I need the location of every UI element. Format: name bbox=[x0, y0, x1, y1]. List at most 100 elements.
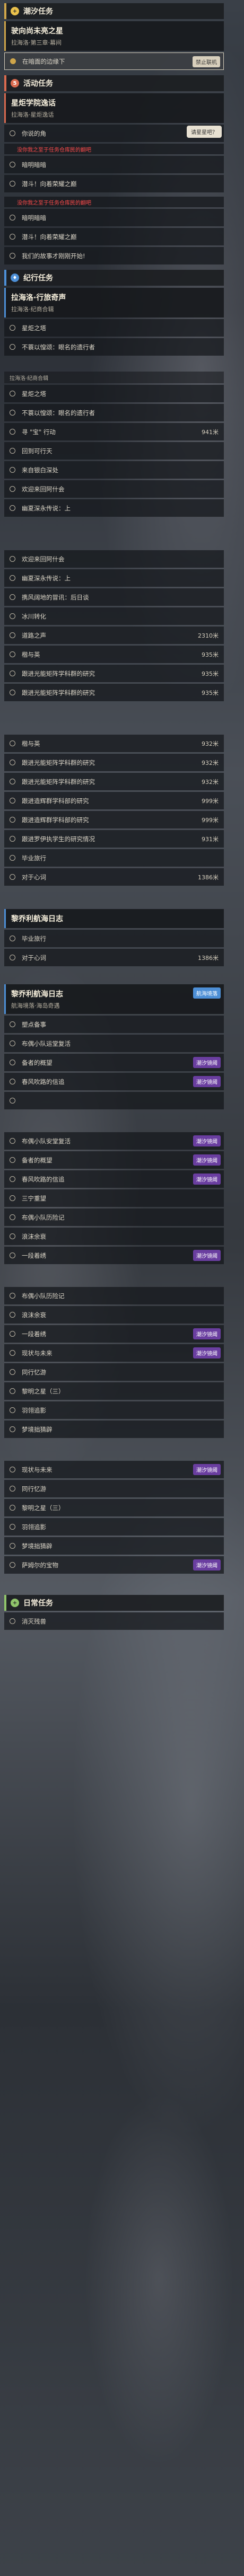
quest-step[interactable]: 三宁重望 bbox=[4, 1189, 224, 1207]
quest-step[interactable]: 梦境拙猜辟 bbox=[4, 1537, 224, 1555]
quest-card-journey[interactable]: 拉海洛·行旅奇声 拉海洛·纪商合辑 bbox=[4, 288, 224, 317]
step-dot-icon bbox=[10, 817, 15, 823]
quest-list-g: 布偶小队历险记 浪沫余衰 一段着绣 潮汐镜阈 现状与未来 潮汐镜阈同行忆游黎明之星（三） 羽… bbox=[4, 1287, 224, 1438]
step-dot-icon bbox=[10, 575, 15, 581]
quest-step[interactable]: 寻 "宝" 行动 941米 bbox=[4, 423, 224, 440]
step-label: 黎明之星（三） bbox=[22, 1504, 65, 1512]
quest-step[interactable]: 一段着绣 潮汐镜阈 bbox=[4, 1325, 224, 1343]
step-dot-icon bbox=[10, 1350, 15, 1356]
quest-step[interactable]: 不蓑以惶颂：眼名的遗行者 bbox=[4, 338, 224, 356]
quest-subtitle: 航海境落·海岛奇遇 bbox=[11, 1002, 60, 1009]
step-dot-icon bbox=[10, 1369, 15, 1375]
tide-mirror-tag: 潮汐镜阈 bbox=[193, 1464, 221, 1475]
step-label: 梦境拙猜辟 bbox=[22, 1542, 53, 1550]
quest-step[interactable]: 跟进光能矩阵学科群的研究 935米 bbox=[4, 684, 224, 701]
quest-step[interactable]: 塑点备事 bbox=[4, 1016, 224, 1033]
distance-label: 932米 bbox=[202, 740, 219, 747]
quest-step[interactable]: 幽夏深永传说：上 bbox=[4, 499, 224, 517]
quest-step[interactable]: 潜斗！向着荣耀之巅 bbox=[4, 228, 224, 245]
quest-step[interactable]: 暗明暗暗 bbox=[4, 156, 224, 173]
quest-step[interactable]: 幽夏深永传说：上 bbox=[4, 569, 224, 587]
quest-step[interactable]: 跟进造辉群学科部的研究 999米 bbox=[4, 811, 224, 828]
section-tide-quests[interactable]: + 潮汐任务 bbox=[4, 3, 224, 19]
step-label: 春风吹路的信追 bbox=[22, 1078, 65, 1086]
quest-step[interactable]: 我们的故事才刚刚开始! bbox=[4, 247, 224, 264]
quest-step[interactable]: 潜斗！向着荣耀之巅 bbox=[4, 175, 224, 192]
quest-step[interactable]: 黎明之星（三） bbox=[4, 1499, 224, 1516]
warning-text: 没你我之至于任务仓库民的翻吧 bbox=[4, 197, 224, 207]
quest-step[interactable]: 跟进光能矩阵学科群的研究 935米 bbox=[4, 665, 224, 682]
quest-step[interactable]: 备者的概望 潮汐镜阈 bbox=[4, 1054, 224, 1071]
step-label: 同行忆游 bbox=[22, 1368, 46, 1376]
quest-step[interactable]: 布偶小队安堂复活 潮汐镜阈 bbox=[4, 1132, 224, 1150]
quest-step[interactable]: 回到可行天 bbox=[4, 442, 224, 460]
quest-step[interactable]: 羽翎追影 bbox=[4, 1518, 224, 1536]
quest-step[interactable]: 一段着绣 潮汐镜阈 bbox=[4, 1247, 224, 1264]
quest-step[interactable]: 布偶小队运堂复活 bbox=[4, 1035, 224, 1052]
quest-step[interactable]: 现状与未来 潮汐镜阈 bbox=[4, 1461, 224, 1478]
quest-step[interactable]: 黎明之星（三） bbox=[4, 1382, 224, 1400]
quest-step[interactable]: 备者的概望 潮汐镜阈 bbox=[4, 1151, 224, 1169]
quest-step[interactable]: 你说的角 请星星吧？ bbox=[4, 125, 224, 142]
quest-step[interactable]: 对于心词 1386米 bbox=[4, 949, 224, 966]
quest-step[interactable]: 浪沫余衰 bbox=[4, 1306, 224, 1324]
quest-step[interactable]: 冰川转化 bbox=[4, 607, 224, 625]
quest-step[interactable]: 羽翎追影 bbox=[4, 1401, 224, 1419]
quest-card-voyage-log[interactable]: 黎乔利航海日志 bbox=[4, 909, 224, 928]
step-label: 跟进光能矩阵学科群的研究 bbox=[22, 758, 95, 766]
step-label: 羽翎追影 bbox=[22, 1406, 46, 1414]
quest-step[interactable]: 欢迎来回阿什会 bbox=[4, 480, 224, 498]
quest-step[interactable]: 对于心词 1386米 bbox=[4, 868, 224, 886]
quest-step[interactable]: 毕业旅行 bbox=[4, 930, 224, 947]
quest-list-d: 毕业旅行对于心词 1386米 bbox=[4, 930, 224, 966]
quest-step[interactable]: 跟进罗伊执学生的研究情况 931米 bbox=[4, 830, 224, 848]
quest-step[interactable]: 楷与英 932米 bbox=[4, 735, 224, 752]
quest-step[interactable]: 萨姆尔的宝物 潮汐镜阈 bbox=[4, 1556, 224, 1574]
quest-step[interactable]: 现状与未来 潮汐镜阈 bbox=[4, 1344, 224, 1362]
step-label: 消灭残兽 bbox=[22, 1617, 46, 1625]
distance-label: 935米 bbox=[202, 651, 219, 658]
quest-card-voyage-log-2[interactable]: 黎乔利航海日志 航海境落·海岛奇遇 航海境落 bbox=[4, 984, 224, 1014]
quest-step[interactable]: 春风吹路的信追 潮汐镜阈 bbox=[4, 1073, 224, 1090]
section-daily-quests[interactable]: + 日常任务 bbox=[4, 1595, 224, 1611]
quest-step[interactable]: 浪沫余衰 bbox=[4, 1228, 224, 1245]
quest-step-selected[interactable]: 在暗面的边缘下 禁止联机 bbox=[4, 52, 224, 70]
quest-card-main[interactable]: 驶向尚未亮之星 拉海洛·第三章·幕间 bbox=[4, 21, 224, 51]
quest-step[interactable]: 道路之声 2310米 bbox=[4, 627, 224, 644]
quest-step[interactable]: 暗明暗暗 bbox=[4, 209, 224, 226]
step-label: 不蓑以惶颂：眼名的遗行者 bbox=[22, 343, 95, 351]
step-dot-icon bbox=[10, 253, 15, 259]
quest-step[interactable]: 携风阔地的冒讯：后日谈 bbox=[4, 588, 224, 606]
quest-step[interactable]: 欢迎来回阿什会 bbox=[4, 550, 224, 568]
step-label: 布偶小队安堂复活 bbox=[22, 1137, 71, 1145]
tide-mirror-tag: 潮汐镜阈 bbox=[193, 1250, 221, 1261]
step-dot-icon bbox=[10, 1214, 15, 1220]
quest-card-event[interactable]: 星炬学院逸话 拉海洛·星炬逸话 bbox=[4, 93, 224, 123]
quest-step[interactable]: 消灭残兽 bbox=[4, 1612, 224, 1630]
quest-step[interactable]: 同行忆游 bbox=[4, 1480, 224, 1497]
step-dot-icon bbox=[10, 1524, 15, 1530]
quest-step[interactable]: 跟进光能矩阵学科群的研究 932米 bbox=[4, 773, 224, 790]
tide-mirror-tag: 潮汐镜阈 bbox=[193, 1154, 221, 1166]
quest-step[interactable]: 布偶小队历险记 bbox=[4, 1287, 224, 1304]
quest-step[interactable]: 毕业旅行 bbox=[4, 849, 224, 867]
step-label: 我们的故事才刚刚开始! bbox=[22, 252, 85, 260]
quest-step[interactable]: 星炬之塔 bbox=[4, 319, 224, 337]
quest-step[interactable]: 来自银白深处 bbox=[4, 461, 224, 479]
step-dot-icon bbox=[10, 1138, 15, 1144]
step-label: 梦境拙猜辟 bbox=[22, 1425, 53, 1433]
section-event-quests[interactable]: 5 活动任务 bbox=[4, 75, 224, 91]
quest-step[interactable]: 同行忆游 bbox=[4, 1363, 224, 1381]
quest-step[interactable]: 春风吹路的信追 潮汐镜阈 bbox=[4, 1170, 224, 1188]
quest-step[interactable]: 梦境拙猜辟 bbox=[4, 1421, 224, 1438]
quest-step[interactable]: 跟进光能矩阵学科群的研究 932米 bbox=[4, 754, 224, 771]
quest-step[interactable]: 楷与英 935米 bbox=[4, 646, 224, 663]
quest-step[interactable]: 星炬之塔 bbox=[4, 385, 224, 402]
quest-step[interactable]: 跟进造辉群学科部的研究 999米 bbox=[4, 792, 224, 809]
quest-step[interactable] bbox=[4, 1092, 224, 1109]
section-journey-quests[interactable]: ♦ 纪行任务 bbox=[4, 270, 224, 286]
quest-step[interactable]: 布偶小队历险记 bbox=[4, 1208, 224, 1226]
quest-step[interactable]: 不蓑以惶颂：眼名的遗行者 bbox=[4, 404, 224, 421]
step-dot-icon bbox=[10, 325, 15, 331]
step-label: 欢迎来回阿什会 bbox=[22, 485, 65, 493]
